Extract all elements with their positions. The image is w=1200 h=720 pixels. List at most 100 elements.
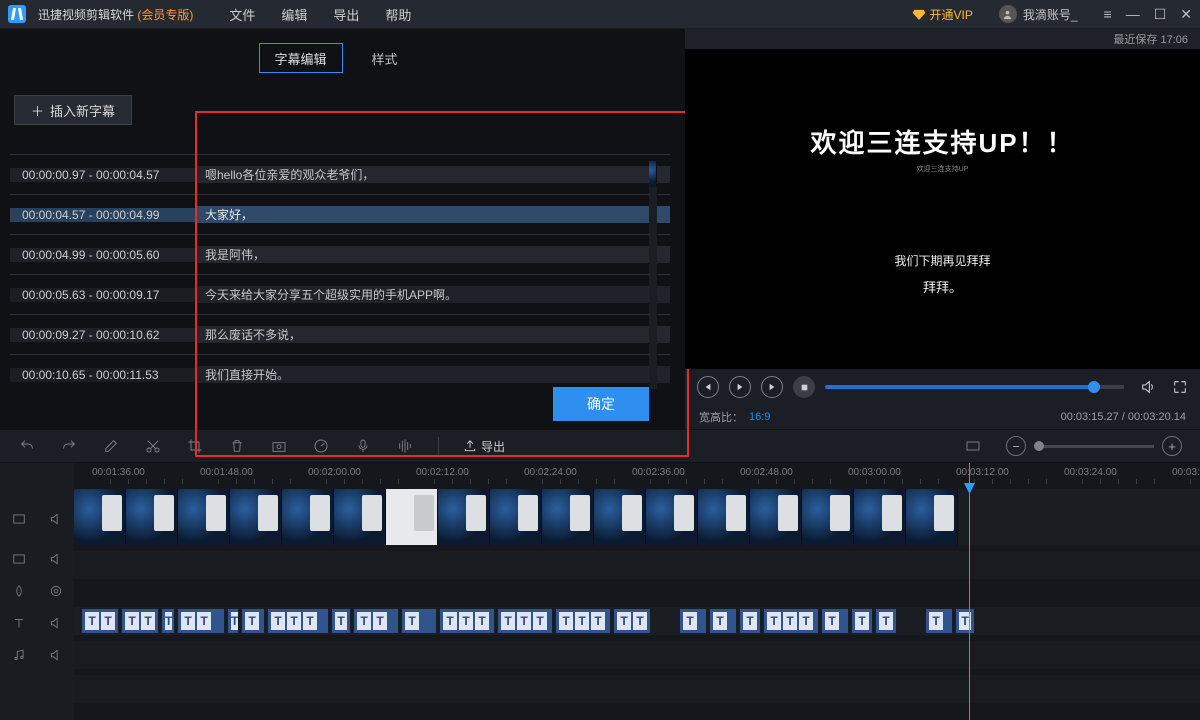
insert-subtitle-button[interactable]: ＋ 插入新字幕 — [14, 95, 132, 125]
video-thumb[interactable] — [594, 489, 646, 545]
edit-icon[interactable] — [102, 437, 120, 455]
time-ruler[interactable]: 00:01:36.0000:01:48.0000:02:00.0000:02:1… — [74, 463, 1200, 487]
subtitle-scrollbar[interactable] — [649, 161, 657, 389]
zoom-slider[interactable] — [1034, 445, 1154, 448]
video-thumb[interactable] — [126, 489, 178, 545]
effect-track-head[interactable] — [0, 575, 74, 607]
text-clip[interactable]: T — [876, 609, 896, 633]
menu-export[interactable]: 导出 — [333, 5, 359, 24]
text-track[interactable]: TTTTTTTTTTTTTTTTTTTTTTTTTTTTTTTTTTTTTT — [74, 607, 1200, 635]
text-clip[interactable]: T — [710, 609, 736, 633]
text-clip[interactable]: TT — [614, 609, 650, 633]
video-track[interactable] — [74, 489, 1200, 545]
text-clip[interactable]: T — [332, 609, 350, 633]
text-clip[interactable]: T — [162, 609, 174, 633]
subtitle-text[interactable]: 嗯hello各位亲爱的观众老爷们， — [195, 166, 670, 183]
close-icon[interactable]: ✕ — [1180, 6, 1192, 23]
subtitle-row[interactable]: 00:00:04.99 - 00:00:05.60我是阿伟， — [10, 234, 670, 274]
text-clip[interactable]: T — [740, 609, 760, 633]
text-clip[interactable]: TT — [354, 609, 398, 633]
user-area[interactable]: 我滴账号_ — [999, 5, 1078, 23]
text-clip[interactable]: T — [852, 609, 872, 633]
video-thumb[interactable] — [906, 489, 958, 545]
video-thumb[interactable] — [646, 489, 698, 545]
text-clip[interactable]: TTT — [268, 609, 328, 633]
minimize-icon[interactable]: — — [1126, 6, 1140, 23]
voiceover-icon[interactable] — [396, 437, 414, 455]
subtitle-text[interactable]: 那么废话不多说， — [195, 326, 670, 343]
video-thumb[interactable] — [230, 489, 282, 545]
video-thumb[interactable] — [750, 489, 802, 545]
mic-icon[interactable] — [354, 437, 372, 455]
subtitle-text[interactable]: 我们直接开始。 — [195, 366, 670, 383]
video-thumb[interactable] — [542, 489, 594, 545]
speed-icon[interactable] — [312, 437, 330, 455]
stop-button[interactable] — [793, 376, 815, 398]
video-thumb[interactable] — [74, 489, 126, 545]
zoom-in-button[interactable]: + — [1162, 436, 1182, 456]
audio-track-head[interactable] — [0, 639, 74, 671]
export-button[interactable]: 导出 — [463, 438, 505, 455]
fullscreen-icon[interactable] — [1172, 379, 1188, 395]
next-frame-button[interactable] — [761, 376, 783, 398]
audio-track[interactable] — [74, 675, 1200, 703]
fit-icon[interactable] — [964, 437, 982, 455]
video-thumb[interactable] — [178, 489, 230, 545]
video-thumb[interactable] — [282, 489, 334, 545]
subtitle-row[interactable]: 00:00:05.63 - 00:00:09.17今天来给大家分享五个超级实用的… — [10, 274, 670, 314]
text-track-head[interactable] — [0, 607, 74, 639]
menu-edit[interactable]: 编辑 — [281, 5, 307, 24]
play-button[interactable] — [729, 376, 751, 398]
volume-icon[interactable] — [1140, 379, 1156, 395]
subtitle-row[interactable]: 00:00:04.57 - 00:00:04.99大家好， — [10, 194, 670, 234]
text-clip[interactable]: T — [822, 609, 848, 633]
maximize-icon[interactable]: ☐ — [1154, 6, 1167, 23]
cut-icon[interactable] — [144, 437, 162, 455]
text-clip[interactable]: TTT — [556, 609, 610, 633]
playhead[interactable] — [969, 463, 970, 720]
vip-button[interactable]: 开通VIP — [912, 6, 973, 23]
text-clip[interactable]: T — [926, 609, 952, 633]
delete-icon[interactable] — [228, 437, 246, 455]
tracks-area[interactable]: 00:01:36.0000:01:48.0000:02:00.0000:02:1… — [74, 463, 1200, 720]
text-clip[interactable]: T — [228, 609, 238, 633]
text-clip[interactable]: TT — [82, 609, 118, 633]
confirm-button[interactable]: 确定 — [553, 387, 649, 421]
zoom-out-button[interactable]: − — [1006, 436, 1026, 456]
text-clip[interactable]: TTT — [498, 609, 552, 633]
video-thumb[interactable] — [334, 489, 386, 545]
overlay-track[interactable] — [74, 551, 1200, 579]
progress-knob[interactable] — [1088, 381, 1100, 393]
overlay-track-head[interactable] — [0, 543, 74, 575]
video-track-head[interactable] — [0, 495, 74, 543]
text-track-2[interactable] — [74, 641, 1200, 669]
video-thumb[interactable] — [854, 489, 906, 545]
text-clip[interactable]: T — [956, 609, 974, 633]
snapshot-icon[interactable] — [270, 437, 288, 455]
prev-frame-button[interactable] — [697, 376, 719, 398]
subtitle-row[interactable]: 00:00:00.97 - 00:00:04.57嗯hello各位亲爱的观众老爷… — [10, 154, 670, 194]
menu-more-icon[interactable]: ≡ — [1104, 6, 1112, 23]
subtitle-text[interactable]: 我是阿伟， — [195, 246, 670, 263]
text-clip[interactable]: TTT — [440, 609, 494, 633]
text-clip[interactable]: TTT — [764, 609, 818, 633]
text-clip[interactable]: TT — [122, 609, 158, 633]
subtitle-text[interactable]: 今天来给大家分享五个超级实用的手机APP啊。 — [195, 286, 670, 303]
menu-file[interactable]: 文件 — [229, 5, 255, 24]
menu-help[interactable]: 帮助 — [385, 5, 411, 24]
text-clip[interactable]: T — [242, 609, 264, 633]
tab-subtitle-edit[interactable]: 字幕编辑 — [259, 43, 343, 73]
video-thumb[interactable] — [802, 489, 854, 545]
redo-icon[interactable] — [60, 437, 78, 455]
text-clip[interactable]: TT — [178, 609, 224, 633]
tab-style[interactable]: 样式 — [343, 43, 427, 73]
video-thumb[interactable] — [698, 489, 750, 545]
progress-slider[interactable] — [825, 385, 1124, 389]
undo-icon[interactable] — [18, 437, 36, 455]
video-thumb[interactable] — [386, 489, 438, 545]
text-clip[interactable]: T — [402, 609, 436, 633]
crop-icon[interactable] — [186, 437, 204, 455]
text-clip[interactable]: T — [680, 609, 706, 633]
video-thumb[interactable] — [438, 489, 490, 545]
subtitle-text[interactable]: 大家好， — [195, 206, 670, 223]
